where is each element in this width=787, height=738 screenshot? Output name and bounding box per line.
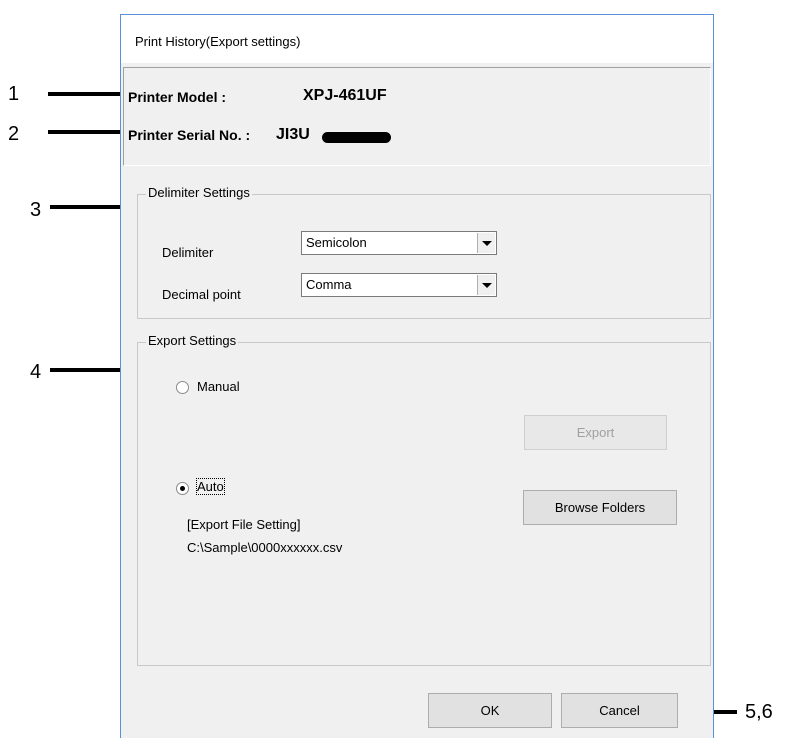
delimiter-value: Semicolon: [306, 235, 367, 250]
auto-radio[interactable]: [176, 482, 189, 495]
decimal-point-label: Decimal point: [162, 287, 241, 302]
browse-folders-button[interactable]: Browse Folders: [523, 490, 677, 525]
export-file-setting-heading: [Export File Setting]: [187, 517, 301, 532]
printer-serial-label: Printer Serial No. :: [128, 127, 251, 143]
auto-radio-label[interactable]: Auto: [196, 478, 225, 495]
callout-3: 3: [30, 199, 42, 221]
ok-button[interactable]: OK: [428, 693, 552, 728]
export-file-path: C:\Sample\0000xxxxxx.csv: [187, 540, 343, 555]
printer-serial-value: JI3U: [276, 126, 310, 143]
print-history-dialog: Print History(Export settings) Printer M…: [120, 14, 714, 738]
callout-2: 2: [8, 123, 20, 145]
export-button[interactable]: Export: [524, 415, 667, 450]
chevron-down-icon[interactable]: [477, 275, 495, 295]
callout-2-line: [48, 130, 124, 134]
callout-4-line: [50, 368, 130, 372]
decimal-point-value: Comma: [306, 277, 352, 292]
delimiter-select[interactable]: Semicolon: [301, 231, 497, 255]
printer-info-panel: Printer Model : XPJ-461UF Printer Serial…: [123, 67, 711, 166]
callout-56: 5,6: [745, 701, 773, 723]
serial-redaction: [322, 132, 391, 143]
dialog-title: Print History(Export settings): [135, 34, 301, 49]
chevron-down-icon[interactable]: [477, 233, 495, 253]
printer-model-value: XPJ-461UF: [303, 87, 387, 104]
callout-4: 4: [30, 361, 42, 383]
export-settings-title: Export Settings: [146, 333, 239, 348]
cancel-button[interactable]: Cancel: [561, 693, 678, 728]
manual-radio-label[interactable]: Manual: [197, 379, 240, 394]
callout-3-line: [50, 205, 130, 209]
delimiter-settings-title: Delimiter Settings: [146, 185, 252, 200]
delimiter-label: Delimiter: [162, 245, 214, 260]
delimiter-settings-group: Delimiter Settings Delimiter Semicolon D…: [137, 185, 711, 319]
callout-1: 1: [8, 83, 20, 105]
title-bar: Print History(Export settings): [121, 15, 713, 63]
callout-1-line: [48, 92, 124, 96]
printer-model-label: Printer Model :: [128, 89, 227, 105]
manual-radio[interactable]: [176, 381, 189, 394]
decimal-point-select[interactable]: Comma: [301, 273, 497, 297]
export-settings-group: Export Settings Manual Export Auto Brows…: [137, 333, 711, 666]
